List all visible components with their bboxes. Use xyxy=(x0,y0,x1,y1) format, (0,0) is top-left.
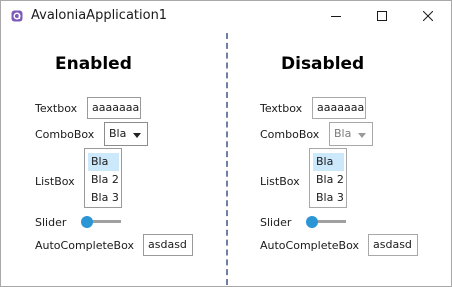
minimize-button[interactable] xyxy=(313,1,359,31)
maximize-button[interactable] xyxy=(359,1,405,31)
textbox-label: Textbox xyxy=(260,102,303,115)
listbox-item: Bla 3 xyxy=(316,191,344,204)
combobox-value: Bla xyxy=(109,127,127,140)
listbox-item[interactable]: Bla 2 xyxy=(88,171,119,189)
combobox-select-disabled: Bla xyxy=(329,122,373,146)
textbox-input[interactable]: aaaaaaa xyxy=(87,97,141,119)
listbox[interactable]: Bla Bla 2 Bla 3 xyxy=(84,148,122,208)
enabled-heading: Enabled xyxy=(55,54,132,74)
section-divider xyxy=(226,33,228,285)
window-title: AvaloniaApplication1 xyxy=(31,8,168,23)
close-icon xyxy=(423,11,433,21)
slider-thumb[interactable] xyxy=(81,216,93,228)
slider-thumb-disabled xyxy=(306,216,318,228)
disabled-heading: Disabled xyxy=(281,54,365,74)
listbox-item[interactable]: Bla 3 xyxy=(88,189,119,207)
autocomplete-input-disabled: asdasd xyxy=(368,234,418,256)
autocomplete-label: AutoCompleteBox xyxy=(260,239,359,252)
avalonia-logo-icon xyxy=(11,10,23,22)
listbox-label: ListBox xyxy=(260,175,300,188)
listbox-item: Bla xyxy=(313,153,344,171)
listbox-disabled: Bla Bla 2 Bla 3 xyxy=(309,148,347,208)
close-button[interactable] xyxy=(405,1,451,31)
listbox-item[interactable]: Bla xyxy=(88,153,119,171)
minimize-icon xyxy=(331,16,341,17)
chevron-down-icon xyxy=(133,133,141,138)
maximize-icon xyxy=(377,11,387,21)
combobox-label: ComboBox xyxy=(35,128,95,141)
autocomplete-label: AutoCompleteBox xyxy=(35,239,134,252)
textbox-input-disabled: aaaaaaa xyxy=(312,97,366,119)
main-window: AvaloniaApplication1 Enabled Textbox aaa… xyxy=(0,0,452,287)
slider-label: Slider xyxy=(260,216,292,229)
listbox-item: Bla 2 xyxy=(316,173,344,186)
combobox-value: Bla xyxy=(334,127,352,140)
textbox-label: Textbox xyxy=(35,102,78,115)
chevron-down-icon xyxy=(358,133,366,138)
combobox-select[interactable]: Bla xyxy=(104,122,148,146)
title-bar[interactable]: AvaloniaApplication1 xyxy=(1,1,451,31)
autocomplete-input[interactable]: asdasd xyxy=(143,234,193,256)
slider-label: Slider xyxy=(35,216,67,229)
listbox-label: ListBox xyxy=(35,175,75,188)
combobox-label: ComboBox xyxy=(260,128,320,141)
